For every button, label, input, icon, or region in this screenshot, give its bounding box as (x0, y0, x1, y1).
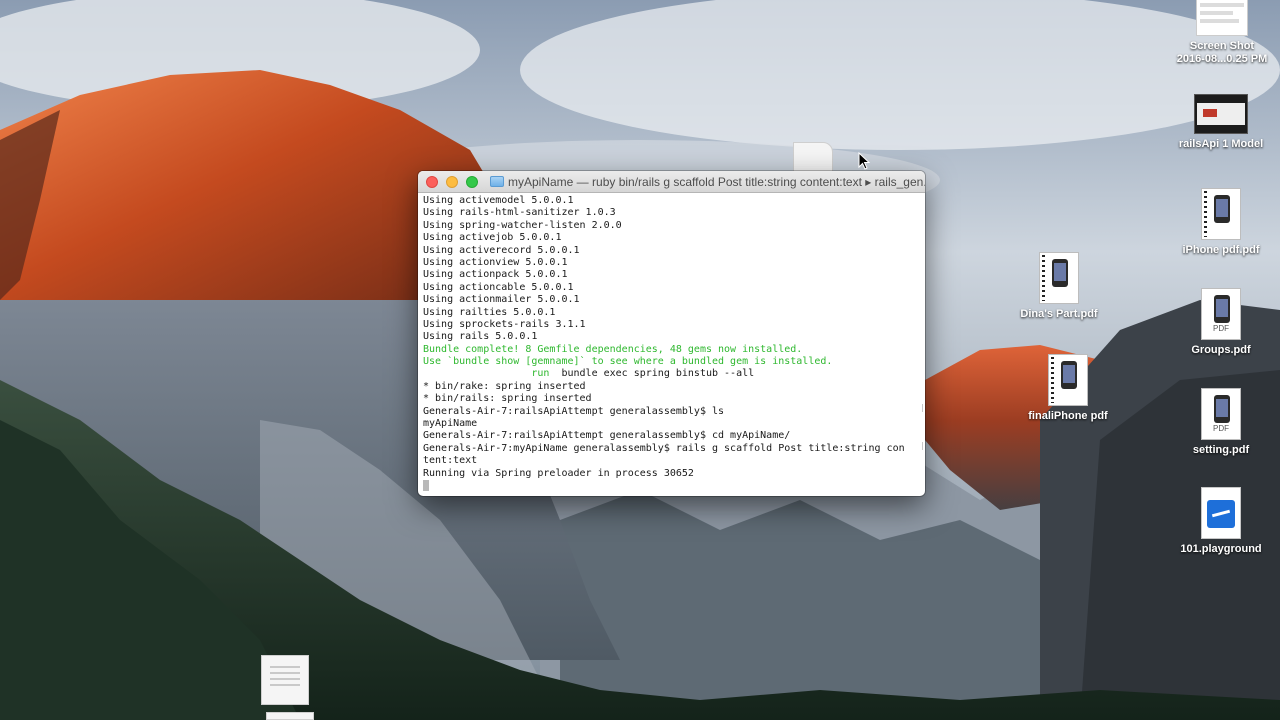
terminal-titlebar[interactable]: myApiName — ruby bin/rails g scaffold Po… (418, 171, 925, 193)
video-file-icon (1194, 94, 1248, 134)
desktop-icon-playground[interactable]: 101.playground (1166, 487, 1276, 556)
terminal-line: Using railties 5.0.0.1 (423, 306, 556, 318)
terminal-line: * bin/rails: spring inserted (423, 393, 592, 405)
desktop-icon-dinas-part[interactable]: Dina's Part.pdf (1004, 252, 1114, 321)
terminal-line: Generals-Air-7:railsApiAttempt generalas… (423, 405, 725, 417)
terminal-line: Using activerecord 5.0.0.1 (423, 244, 580, 256)
folder-icon (490, 176, 504, 187)
pdf-file-icon: PDF (1201, 288, 1241, 340)
desktop-icon-railsapi-model[interactable]: railsApi 1 Model (1166, 94, 1276, 151)
desktop-icon-finaliphone[interactable]: finaliPhone pdf (1013, 354, 1123, 423)
window-title-text: myApiName — ruby bin/rails g scaffold Po… (508, 174, 925, 189)
desktop-icon-screenshot[interactable]: Screen Shot 2016-08...0.25 PM (1167, 0, 1277, 66)
terminal-line: Using activemodel 5.0.0.1 (423, 195, 574, 206)
terminal-line: * bin/rake: spring inserted (423, 380, 586, 392)
terminal-line: Bundle complete! 8 Gemfile dependencies,… (423, 343, 803, 355)
terminal-line: myApiName (423, 418, 478, 430)
desktop-icon-label: finaliPhone pdf (1028, 410, 1108, 422)
terminal-output[interactable]: Using activemodel 5.0.0.1 Using rails-htm… (418, 193, 925, 496)
desktop-icon-label: 101.playground (1180, 543, 1262, 555)
terminal-window[interactable]: myApiName — ruby bin/rails g scaffold Po… (418, 171, 925, 496)
window-title: myApiName — ruby bin/rails g scaffold Po… (490, 175, 925, 189)
terminal-line: Generals-Air-7:railsApiAttempt generalas… (423, 430, 791, 442)
terminal-line: Using spring-watcher-listen 2.0.0 (423, 219, 622, 231)
terminal-line: Using actionpack 5.0.0.1 (423, 269, 568, 281)
desktop-icon-iphone-pdf[interactable]: iPhone pdf.pdf (1166, 188, 1276, 257)
terminal-line-text: bundle exec spring binstub --all (549, 368, 755, 380)
desktop-icon-label: setting.pdf (1192, 444, 1250, 456)
pdf-file-icon (1039, 252, 1079, 304)
zoom-button[interactable] (466, 175, 478, 188)
minimize-button[interactable] (446, 175, 458, 188)
desktop-icon-label: iPhone pdf.pdf (1182, 244, 1260, 256)
pdf-file-icon: PDF (1201, 388, 1241, 440)
pdf-file-icon (1201, 188, 1241, 240)
desktop-icon-document[interactable] (261, 655, 309, 705)
desktop-icon-groups[interactable]: PDF Groups.pdf (1166, 288, 1276, 357)
terminal-line: Generals-Air-7:myApiName generalassembly… (423, 442, 905, 454)
desktop-icon-label: Groups.pdf (1191, 344, 1251, 356)
terminal-line: Using actionview 5.0.0.1 (423, 256, 568, 268)
desktop-icon-label: railsApi 1 Model (1178, 138, 1264, 150)
desktop-icon-label: Screen Shot 2016-08...0.25 PM (1176, 40, 1268, 65)
terminal-cursor (423, 479, 429, 491)
mouse-pointer-icon (858, 152, 870, 170)
screenshot-file-icon (1196, 0, 1248, 36)
window-controls (426, 175, 478, 188)
scroll-marker (922, 442, 923, 450)
terminal-line: Using actioncable 5.0.0.1 (423, 281, 574, 293)
terminal-line: Running via Spring preloader in process … (423, 467, 694, 479)
desktop-icon-setting[interactable]: PDF setting.pdf (1166, 388, 1276, 457)
terminal-line: Using rails-html-sanitizer 1.0.3 (423, 207, 616, 219)
terminal-line: Using actionmailer 5.0.0.1 (423, 294, 580, 306)
desktop-icon-label: Dina's Part.pdf (1020, 308, 1098, 320)
terminal-line: Using sprockets-rails 3.1.1 (423, 318, 586, 330)
terminal-line: tent:text (423, 455, 478, 467)
desktop-icon-document[interactable] (266, 712, 314, 720)
playground-file-icon (1201, 487, 1241, 539)
terminal-line: Using rails 5.0.0.1 (423, 331, 538, 343)
terminal-line: run bundle exec spring binstub --all (423, 368, 925, 380)
terminal-line: Using activejob 5.0.0.1 (423, 232, 562, 244)
pdf-file-icon (1048, 354, 1088, 406)
scroll-marker (922, 404, 923, 412)
close-button[interactable] (426, 175, 438, 188)
terminal-line: Use `bundle show [gemname]` to see where… (423, 356, 833, 368)
terminal-prompt-line[interactable] (423, 479, 925, 492)
run-keyword: run (477, 368, 550, 380)
